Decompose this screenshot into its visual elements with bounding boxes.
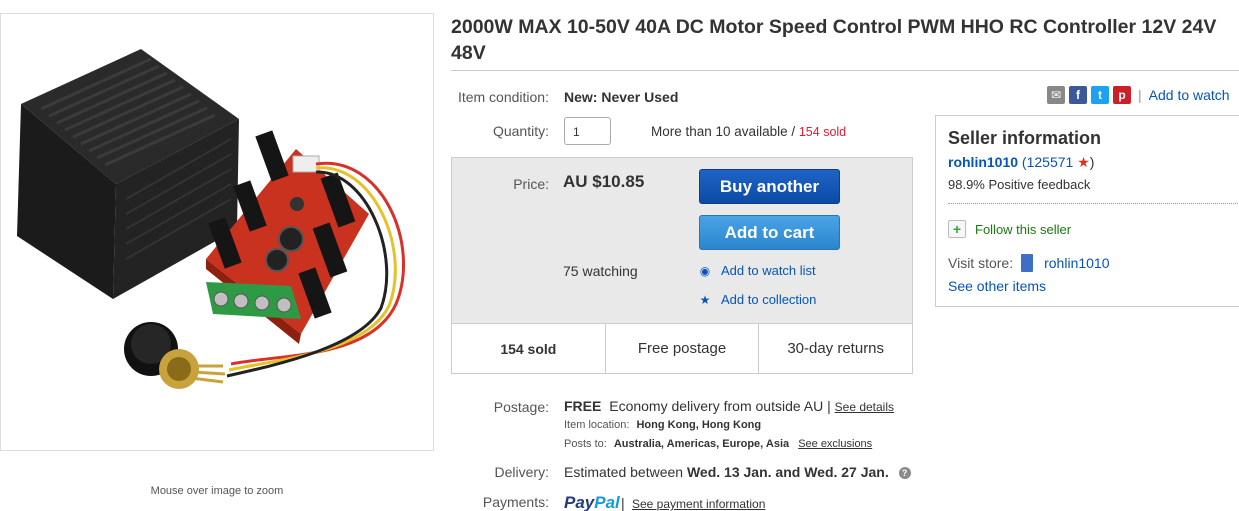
seller-name-link[interactable]: rohlin1010 (948, 154, 1018, 170)
see-exclusions-link[interactable]: See exclusions (798, 438, 872, 450)
star-icon: ★ (699, 292, 711, 307)
sold-count[interactable]: 154 sold (799, 125, 846, 139)
facebook-icon[interactable]: f (1069, 86, 1087, 104)
seller-info-title: Seller information (948, 128, 1102, 148)
listing-title: 2000W MAX 10-50V 40A DC Motor Speed Cont… (451, 16, 1217, 64)
follow-seller-label: Follow this seller (975, 221, 1072, 237)
paypal-pay: Pay (564, 493, 595, 511)
seller-score-close: ) (1089, 154, 1095, 170)
watching-count: 75 watching (563, 263, 638, 279)
delivery-row: Estimated between Wed. 13 Jan. and Wed. … (564, 464, 911, 480)
store-name-link[interactable]: rohlin1010 (1044, 255, 1109, 271)
posts-to-row: Posts to: Australia, Americas, Europe, A… (564, 438, 872, 450)
postage-free: FREE (564, 398, 602, 414)
pinterest-icon[interactable]: p (1113, 86, 1131, 104)
buy-another-button[interactable]: Buy another (699, 169, 840, 204)
see-other-items-link[interactable]: See other items (948, 278, 1046, 294)
add-to-watch-link[interactable]: Add to watch (1149, 87, 1230, 103)
quantity-label: Quantity: (492, 123, 549, 139)
collection-link-label: Add to collection (721, 292, 817, 307)
eye-icon: ◉ (699, 263, 711, 278)
price-value: AU $10.85 (563, 172, 645, 191)
available-text: More than 10 available / (651, 124, 796, 139)
paypal-logo: PayPal (564, 493, 620, 511)
postage-row: FREE Economy delivery from outside AU | … (564, 398, 894, 414)
item-location-label: Item location: (564, 419, 630, 431)
item-location-row: Item location: Hong Kong, Hong Kong (564, 419, 761, 431)
delivery-prefix: Estimated between (564, 464, 684, 480)
quantity-availability: More than 10 available / 154 sold (651, 124, 846, 139)
condition-value: New: Never Used (564, 89, 679, 105)
see-details-link[interactable]: See details (835, 400, 894, 414)
stats-bar: 154 sold Free postage 30-day returns (452, 323, 912, 373)
postage-sep: | (827, 398, 831, 414)
email-icon[interactable]: ✉ (1047, 86, 1065, 104)
title-divider (451, 70, 1239, 71)
zoom-hint: Mouse over image to zoom (150, 485, 284, 497)
seller-feedback-score[interactable]: 125571 (1027, 154, 1074, 170)
add-to-collection-link[interactable]: ★ Add to collection (698, 292, 817, 307)
posts-to-label: Posts to: (564, 438, 607, 450)
plus-icon: + (948, 220, 966, 238)
postage-label: Postage: (493, 399, 549, 415)
product-image-panel[interactable] (0, 13, 434, 451)
see-payment-info-link[interactable]: See payment information (632, 497, 765, 511)
posts-to: Australia, Americas, Europe, Asia (613, 438, 790, 450)
seller-name-row: rohlin1010 (125571 ★) (948, 154, 1094, 171)
paypal-pal: Pal (594, 493, 620, 511)
delivery-label: Delivery: (494, 464, 549, 480)
stats-sold[interactable]: 154 sold (452, 324, 606, 373)
twitter-icon[interactable]: t (1091, 86, 1109, 104)
quantity-input[interactable]: 1 (564, 117, 611, 145)
postage-desc: Economy delivery from outside AU (609, 398, 824, 414)
share-separator: | (1138, 87, 1142, 103)
payments-label: Payments: (482, 494, 549, 510)
product-image[interactable] (1, 14, 434, 451)
delivery-range: Wed. 13 Jan. and Wed. 27 Jan. (686, 464, 889, 480)
visit-store-row: Visit store: rohlin1010 (948, 254, 1110, 272)
item-location: Hong Kong, Hong Kong (636, 419, 762, 431)
add-to-watchlist-link[interactable]: ◉ Add to watch list (698, 263, 816, 278)
stats-returns: 30-day returns (787, 340, 885, 357)
price-label: Price: (513, 176, 549, 192)
share-row: ✉ f t p | Add to watch (1047, 86, 1230, 104)
positive-feedback: 98.9% Positive feedback (948, 177, 1091, 192)
payment-info-row: | See payment information (621, 495, 765, 511)
stats-postage: Free postage (606, 324, 760, 373)
watchlist-link-label: Add to watch list (721, 263, 816, 278)
visit-store-label: Visit store: (948, 255, 1014, 271)
seller-info-box: Seller information rohlin1010 (125571 ★)… (935, 115, 1239, 307)
seller-divider (948, 203, 1239, 204)
condition-label: Item condition: (457, 89, 549, 105)
follow-seller-link[interactable]: + Follow this seller (948, 220, 1071, 238)
help-icon[interactable]: ? (898, 467, 911, 479)
add-to-cart-button[interactable]: Add to cart (699, 215, 840, 250)
payments-sep: | (621, 495, 625, 511)
store-icon (1021, 254, 1034, 272)
feedback-star-icon: ★ (1077, 154, 1090, 170)
